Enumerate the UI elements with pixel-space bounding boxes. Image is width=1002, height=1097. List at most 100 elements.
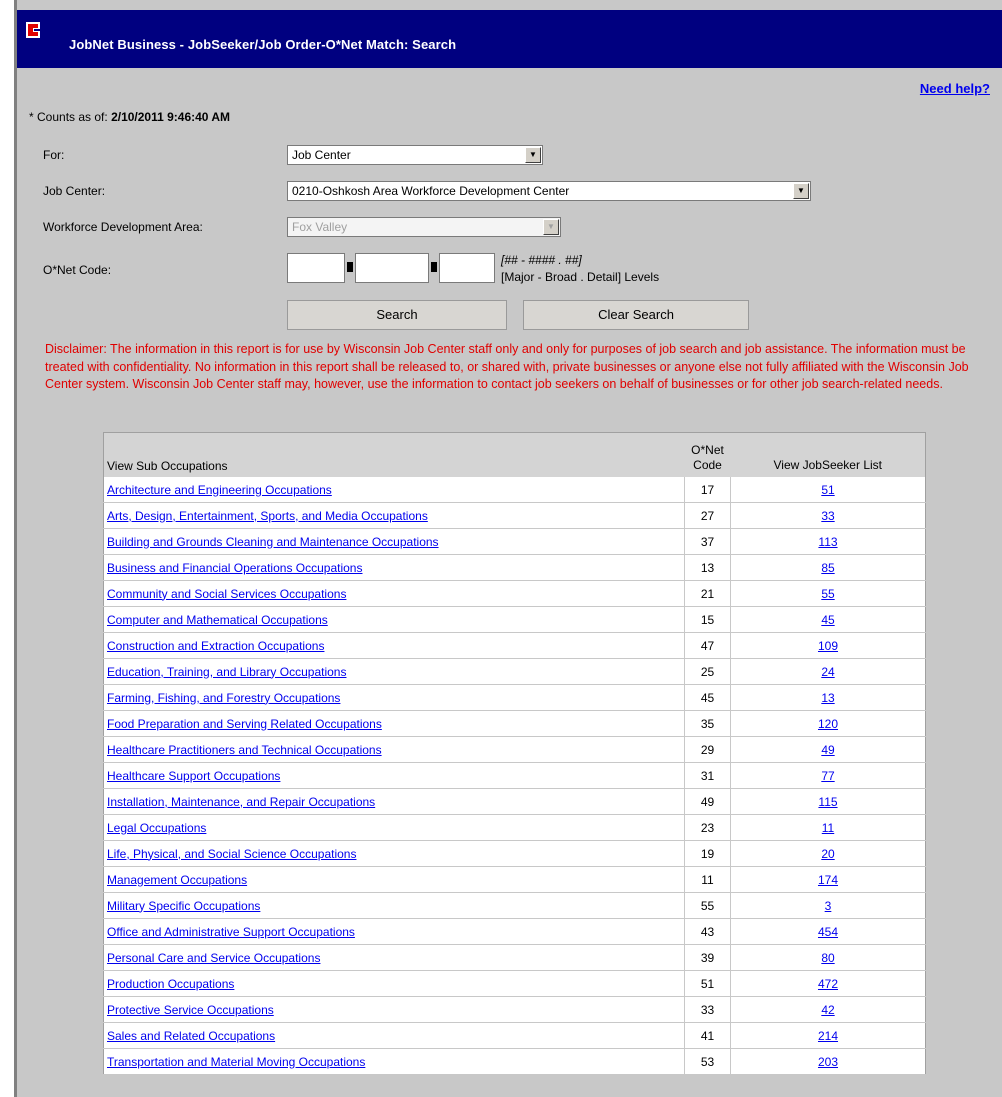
- jobseeker-list-link[interactable]: 85: [821, 561, 834, 575]
- header-onet-line1: O*Net: [691, 443, 724, 457]
- jobseeker-count-cell: 472: [730, 970, 926, 997]
- jobseeker-list-link[interactable]: 115: [818, 795, 837, 809]
- jobseeker-list-link[interactable]: 20: [821, 847, 834, 861]
- chevron-down-icon[interactable]: ▼: [793, 183, 809, 199]
- occupation-link[interactable]: Arts, Design, Entertainment, Sports, and…: [107, 509, 428, 523]
- jobseeker-list-link[interactable]: 214: [818, 1029, 838, 1043]
- jobseeker-count-cell: 77: [730, 762, 926, 789]
- occupation-link[interactable]: Healthcare Support Occupations: [107, 769, 280, 783]
- occupation-link[interactable]: Building and Grounds Cleaning and Mainte…: [107, 535, 439, 549]
- onet-code-cell: 41: [684, 1022, 731, 1049]
- clear-search-button[interactable]: Clear Search: [523, 300, 749, 330]
- occupation-cell: Food Preparation and Serving Related Occ…: [103, 710, 685, 737]
- jobseeker-count-cell: 42: [730, 996, 926, 1023]
- occupation-link[interactable]: Personal Care and Service Occupations: [107, 951, 320, 965]
- wda-label: Workforce Development Area:: [43, 220, 203, 234]
- jobseeker-list-link[interactable]: 24: [821, 665, 834, 679]
- onet-code-cell: 35: [684, 710, 731, 737]
- jobseeker-count-cell: 33: [730, 502, 926, 529]
- app-window: JobNet Business - JobSeeker/Job Order-O*…: [14, 0, 1002, 1097]
- jobseeker-list-link[interactable]: 42: [821, 1003, 834, 1017]
- jobseeker-count-cell: 3: [730, 892, 926, 919]
- onet-code-label: O*Net Code:: [43, 263, 112, 277]
- jobseeker-list-link[interactable]: 33: [821, 509, 834, 523]
- occupation-link[interactable]: Installation, Maintenance, and Repair Oc…: [107, 795, 375, 809]
- jobseeker-list-link[interactable]: 472: [818, 977, 838, 991]
- jobseeker-list-link[interactable]: 55: [821, 587, 834, 601]
- jobseeker-count-cell: 11: [730, 814, 926, 841]
- job-center-select[interactable]: 0210-Oshkosh Area Workforce Development …: [287, 181, 811, 201]
- chevron-down-icon[interactable]: ▼: [525, 147, 541, 163]
- occupation-cell: Management Occupations: [103, 866, 685, 893]
- occupation-link[interactable]: Computer and Mathematical Occupations: [107, 613, 328, 627]
- jobseeker-count-cell: 120: [730, 710, 926, 737]
- table-row: Life, Physical, and Social Science Occup…: [103, 840, 926, 867]
- jobseeker-list-link[interactable]: 3: [825, 899, 832, 913]
- occupation-link[interactable]: Construction and Extraction Occupations: [107, 639, 324, 653]
- occupation-link[interactable]: Healthcare Practitioners and Technical O…: [107, 743, 382, 757]
- occupation-link[interactable]: Farming, Fishing, and Forestry Occupatio…: [107, 691, 340, 705]
- jobseeker-list-link[interactable]: 174: [818, 873, 838, 887]
- occupation-link[interactable]: Protective Service Occupations: [107, 1003, 274, 1017]
- chevron-down-icon: ▼: [543, 219, 559, 235]
- job-center-select-value: 0210-Oshkosh Area Workforce Development …: [292, 184, 570, 198]
- occupation-link[interactable]: Production Occupations: [107, 977, 234, 991]
- onet-code-cell: 11: [684, 866, 731, 893]
- occupation-link[interactable]: Sales and Related Occupations: [107, 1029, 275, 1043]
- onet-detail-input[interactable]: [439, 253, 495, 283]
- occupation-link[interactable]: Legal Occupations: [107, 821, 206, 835]
- occupation-link[interactable]: Food Preparation and Serving Related Occ…: [107, 717, 382, 731]
- for-select[interactable]: Job Center ▼: [287, 145, 543, 165]
- header-occupations: View Sub Occupations: [103, 432, 685, 477]
- table-header-row: View Sub Occupations O*Net Code View Job…: [103, 432, 926, 477]
- wda-select-value: Fox Valley: [292, 220, 348, 234]
- onet-broad-input[interactable]: [355, 253, 429, 283]
- occupation-link[interactable]: Management Occupations: [107, 873, 247, 887]
- jobseeker-list-link[interactable]: 113: [818, 535, 837, 549]
- occupation-link[interactable]: Business and Financial Operations Occupa…: [107, 561, 362, 575]
- jobseeker-list-link[interactable]: 49: [821, 743, 834, 757]
- table-row: Management Occupations 11 174: [103, 866, 926, 893]
- onet-major-input[interactable]: [287, 253, 345, 283]
- table-row: Construction and Extraction Occupations 4…: [103, 632, 926, 659]
- job-center-label: Job Center:: [43, 184, 106, 198]
- jobseeker-list-link[interactable]: 13: [821, 691, 834, 705]
- need-help-link[interactable]: Need help?: [920, 81, 990, 96]
- occupation-link[interactable]: Architecture and Engineering Occupations: [107, 483, 332, 497]
- jobseeker-list-link[interactable]: 51: [821, 483, 834, 497]
- jobseeker-count-cell: 45: [730, 606, 926, 633]
- onet-code-cell: 25: [684, 658, 731, 685]
- table-row: Transportation and Material Moving Occup…: [103, 1048, 926, 1075]
- for-select-value: Job Center: [292, 148, 351, 162]
- table-row: Protective Service Occupations 33 42: [103, 996, 926, 1023]
- onet-code-cell: 13: [684, 554, 731, 581]
- occupation-link[interactable]: Community and Social Services Occupation…: [107, 587, 346, 601]
- jobseeker-list-link[interactable]: 11: [822, 821, 834, 835]
- onet-code-hint: [## - #### . ##] [Major - Broad . Detail…: [501, 252, 659, 286]
- onet-code-cell: 19: [684, 840, 731, 867]
- search-button[interactable]: Search: [287, 300, 507, 330]
- occupation-link[interactable]: Military Specific Occupations: [107, 899, 260, 913]
- jobseeker-list-link[interactable]: 77: [821, 769, 834, 783]
- header-jobseeker-list: View JobSeeker List: [730, 432, 926, 477]
- onet-code-cell: 23: [684, 814, 731, 841]
- occupation-link[interactable]: Transportation and Material Moving Occup…: [107, 1055, 365, 1069]
- jobseeker-list-link[interactable]: 454: [818, 925, 838, 939]
- table-row: Computer and Mathematical Occupations 15 4…: [103, 606, 926, 633]
- jobseeker-list-link[interactable]: 109: [818, 639, 838, 653]
- onet-code-cell: 45: [684, 684, 731, 711]
- jobseeker-count-cell: 20: [730, 840, 926, 867]
- occupation-cell: Healthcare Support Occupations: [103, 762, 685, 789]
- occupation-link[interactable]: Life, Physical, and Social Science Occup…: [107, 847, 356, 861]
- table-row: Personal Care and Service Occupations 39 8…: [103, 944, 926, 971]
- jobseeker-list-link[interactable]: 120: [818, 717, 838, 731]
- occupation-link[interactable]: Education, Training, and Library Occupat…: [107, 665, 346, 679]
- jobseeker-list-link[interactable]: 203: [818, 1055, 838, 1069]
- jobseeker-list-link[interactable]: 45: [821, 613, 834, 627]
- counts-timestamp: 2/10/2011 9:46:40 AM: [111, 110, 231, 124]
- occupation-link[interactable]: Office and Administrative Support Occupa…: [107, 925, 355, 939]
- occupation-cell: Computer and Mathematical Occupations: [103, 606, 685, 633]
- table-row: Business and Financial Operations Occupa…: [103, 554, 926, 581]
- separator-dash: [347, 262, 353, 272]
- jobseeker-list-link[interactable]: 80: [821, 951, 834, 965]
